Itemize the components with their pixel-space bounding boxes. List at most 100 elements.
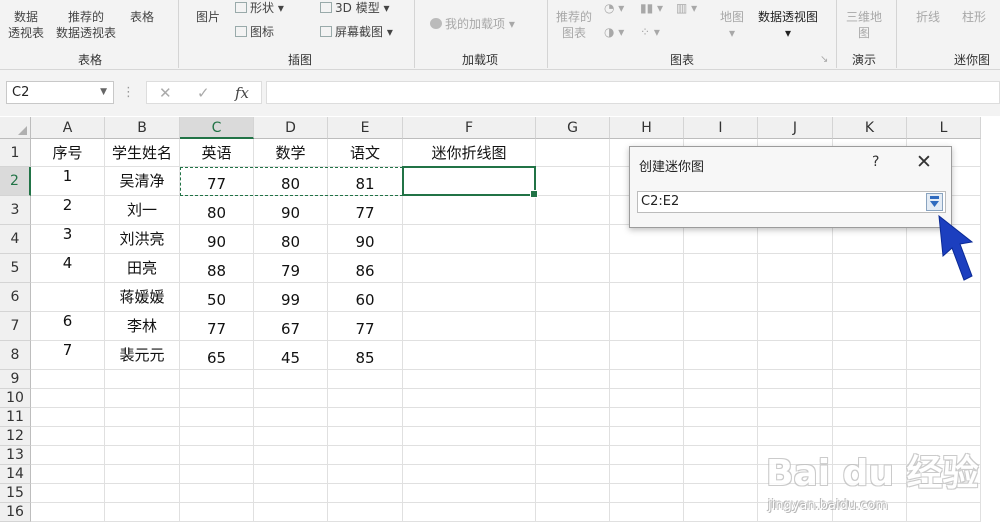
cell-f15[interactable] bbox=[403, 484, 536, 503]
cell-d5[interactable]: 79 bbox=[254, 254, 328, 283]
cell-a2[interactable]: 1 bbox=[31, 167, 105, 196]
cell-i11[interactable] bbox=[684, 408, 758, 427]
column-header-k[interactable]: K bbox=[833, 117, 907, 139]
cell-a11[interactable] bbox=[31, 408, 105, 427]
cell-b6[interactable]: 蒋媛媛 bbox=[105, 283, 180, 312]
cell-d1[interactable]: 数学 bbox=[254, 139, 328, 167]
column-header-f[interactable]: F bbox=[403, 117, 536, 139]
recommended-charts-button[interactable]: 推荐的 图表 bbox=[556, 9, 592, 41]
cell-f4[interactable] bbox=[403, 225, 536, 254]
cell-l10[interactable] bbox=[907, 389, 981, 408]
cell-g16[interactable] bbox=[536, 503, 610, 522]
cell-f6[interactable] bbox=[403, 283, 536, 312]
cell-g10[interactable] bbox=[536, 389, 610, 408]
cell-f12[interactable] bbox=[403, 427, 536, 446]
cell-b13[interactable] bbox=[105, 446, 180, 465]
row-header-15[interactable]: 15 bbox=[0, 484, 31, 503]
cell-e2[interactable]: 81 bbox=[328, 167, 403, 196]
cell-c11[interactable] bbox=[180, 408, 254, 427]
cell-a10[interactable] bbox=[31, 389, 105, 408]
cell-d3[interactable]: 90 bbox=[254, 196, 328, 225]
close-icon[interactable]: ✕ bbox=[916, 151, 932, 173]
cell-k9[interactable] bbox=[833, 370, 907, 389]
scatter-chart-button[interactable]: ◑ ▾ bbox=[604, 24, 624, 40]
cell-h15[interactable] bbox=[610, 484, 684, 503]
cell-d11[interactable] bbox=[254, 408, 328, 427]
cell-f2[interactable] bbox=[403, 167, 536, 196]
row-header-12[interactable]: 12 bbox=[0, 427, 31, 446]
cell-l6[interactable] bbox=[907, 283, 981, 312]
recommended-pivot-button[interactable]: 推荐的 数据透视表 bbox=[56, 9, 116, 41]
cell-c4[interactable]: 90 bbox=[180, 225, 254, 254]
cell-e5[interactable]: 86 bbox=[328, 254, 403, 283]
area-chart-button[interactable]: ⁘ ▾ bbox=[640, 24, 660, 40]
icons-button[interactable]: 图标 bbox=[235, 24, 274, 40]
cell-b2[interactable]: 吴清净 bbox=[105, 167, 180, 196]
cell-k6[interactable] bbox=[833, 283, 907, 312]
cell-a14[interactable] bbox=[31, 465, 105, 484]
cell-l8[interactable] bbox=[907, 341, 981, 370]
cell-a5[interactable]: 4 bbox=[31, 254, 105, 283]
cell-g3[interactable] bbox=[536, 196, 610, 225]
pie-chart-button[interactable]: ◔ ▾ bbox=[604, 0, 624, 16]
expand-dialog-button[interactable] bbox=[926, 193, 943, 211]
row-header-3[interactable]: 3 bbox=[0, 196, 31, 225]
cell-c7[interactable]: 77 bbox=[180, 312, 254, 341]
cell-g11[interactable] bbox=[536, 408, 610, 427]
cell-e14[interactable] bbox=[328, 465, 403, 484]
bar-chart-button[interactable]: ▮▮ ▾ bbox=[640, 0, 663, 16]
maps-button[interactable]: 地图 ▾ bbox=[720, 9, 744, 41]
cell-f1[interactable]: 迷你折线图 bbox=[403, 139, 536, 167]
row-header-6[interactable]: 6 bbox=[0, 283, 31, 312]
cell-i9[interactable] bbox=[684, 370, 758, 389]
cell-j5[interactable] bbox=[758, 254, 833, 283]
column-header-e[interactable]: E bbox=[328, 117, 403, 139]
cell-h7[interactable] bbox=[610, 312, 684, 341]
cell-c9[interactable] bbox=[180, 370, 254, 389]
cell-e9[interactable] bbox=[328, 370, 403, 389]
row-header-7[interactable]: 7 bbox=[0, 312, 31, 341]
cell-b15[interactable] bbox=[105, 484, 180, 503]
cell-j8[interactable] bbox=[758, 341, 833, 370]
cell-f5[interactable] bbox=[403, 254, 536, 283]
cell-h11[interactable] bbox=[610, 408, 684, 427]
charts-dialog-launcher[interactable]: ↘ bbox=[820, 52, 828, 68]
cell-a8[interactable]: 7 bbox=[31, 341, 105, 370]
cell-h9[interactable] bbox=[610, 370, 684, 389]
cell-b3[interactable]: 刘一 bbox=[105, 196, 180, 225]
cell-l9[interactable] bbox=[907, 370, 981, 389]
shapes-button[interactable]: 形状 ▾ bbox=[235, 0, 284, 16]
pivotchart-button[interactable]: 数据透视图 ▾ bbox=[758, 9, 818, 41]
cell-c5[interactable]: 88 bbox=[180, 254, 254, 283]
cell-b7[interactable]: 李林 bbox=[105, 312, 180, 341]
cell-c6[interactable]: 50 bbox=[180, 283, 254, 312]
cell-a1[interactable]: 序号 bbox=[31, 139, 105, 167]
formula-input[interactable] bbox=[266, 81, 1000, 104]
pivot-table-button[interactable]: 数据 透视表 bbox=[8, 9, 44, 41]
cell-h10[interactable] bbox=[610, 389, 684, 408]
cell-g1[interactable] bbox=[536, 139, 610, 167]
cell-k5[interactable] bbox=[833, 254, 907, 283]
row-header-16[interactable]: 16 bbox=[0, 503, 31, 522]
column-header-i[interactable]: I bbox=[684, 117, 758, 139]
cell-c15[interactable] bbox=[180, 484, 254, 503]
cell-f3[interactable] bbox=[403, 196, 536, 225]
cell-f7[interactable] bbox=[403, 312, 536, 341]
column-header-c[interactable]: C bbox=[180, 117, 254, 139]
cell-i7[interactable] bbox=[684, 312, 758, 341]
cell-i13[interactable] bbox=[684, 446, 758, 465]
cell-i10[interactable] bbox=[684, 389, 758, 408]
cell-e1[interactable]: 语文 bbox=[328, 139, 403, 167]
cell-e6[interactable]: 60 bbox=[328, 283, 403, 312]
column-header-j[interactable]: J bbox=[758, 117, 833, 139]
cell-j9[interactable] bbox=[758, 370, 833, 389]
cell-g2[interactable] bbox=[536, 167, 610, 196]
column-header-a[interactable]: A bbox=[31, 117, 105, 139]
3d-model-button[interactable]: 3D 模型 ▾ bbox=[320, 0, 390, 16]
cell-c14[interactable] bbox=[180, 465, 254, 484]
name-box[interactable]: C2 ▼ bbox=[6, 81, 114, 104]
cell-i8[interactable] bbox=[684, 341, 758, 370]
cell-e4[interactable]: 90 bbox=[328, 225, 403, 254]
cell-g5[interactable] bbox=[536, 254, 610, 283]
cell-e10[interactable] bbox=[328, 389, 403, 408]
